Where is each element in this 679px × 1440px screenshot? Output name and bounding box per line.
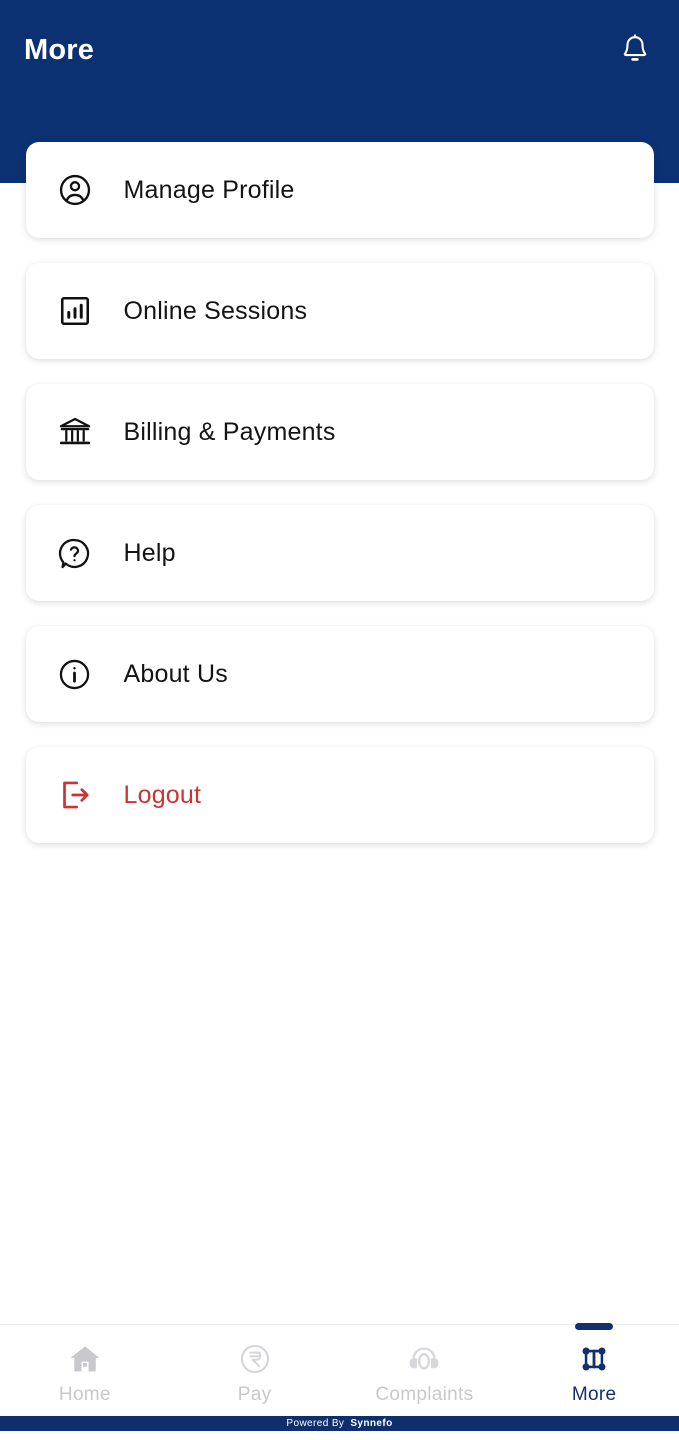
info-circle-icon [55,654,95,694]
menu-item-label: Help [123,539,176,567]
user-circle-icon [55,170,95,210]
menu-item-billing-payments[interactable]: Billing & Payments [25,384,654,480]
nav-item-label: Complaints [375,1383,474,1405]
active-tab-indicator [575,1323,614,1330]
question-help-icon [55,533,95,573]
brand-name: Synnefo [350,1417,393,1429]
menu-item-label: Billing & Payments [123,418,336,446]
menu-item-label: Manage Profile [123,176,295,204]
nav-item-complaints[interactable]: Complaints [340,1325,510,1416]
menu-item-label: About Us [123,660,228,688]
nav-item-label: More [571,1383,617,1405]
bank-icon [55,412,95,452]
nav-item-label: Home [58,1383,111,1405]
menu-list: Manage Profile Online Sessions Billing &… [0,0,679,1316]
menu-item-label: Logout [123,781,202,809]
menu-item-about-us[interactable]: About Us [25,626,654,722]
nav-item-home[interactable]: Home [0,1325,170,1416]
powered-by-footer: Powered By Synnefo [0,1416,679,1431]
menu-item-label: Online Sessions [123,297,308,325]
nav-item-label: Pay [237,1383,272,1405]
menu-item-manage-profile[interactable]: Manage Profile [25,142,654,238]
bottom-safe-area [0,1431,679,1440]
bottom-navigation-bar: Home Pay Complaints More [0,1323,679,1416]
rupee-icon [235,1340,275,1378]
powered-by-text: Powered By [286,1417,345,1429]
logout-icon [55,775,95,815]
menu-item-help[interactable]: Help [25,505,654,601]
menu-item-logout[interactable]: Logout [25,747,654,843]
bar-chart-icon [55,291,95,331]
more-screen: More Manage Profile Online Sessions Bill… [0,0,679,1440]
headset-icon [404,1340,444,1378]
menu-item-online-sessions[interactable]: Online Sessions [25,263,654,359]
home-icon [65,1340,105,1378]
nav-item-pay[interactable]: Pay [170,1325,340,1416]
dashboard-icon [574,1340,614,1378]
nav-item-more[interactable]: More [509,1323,679,1416]
